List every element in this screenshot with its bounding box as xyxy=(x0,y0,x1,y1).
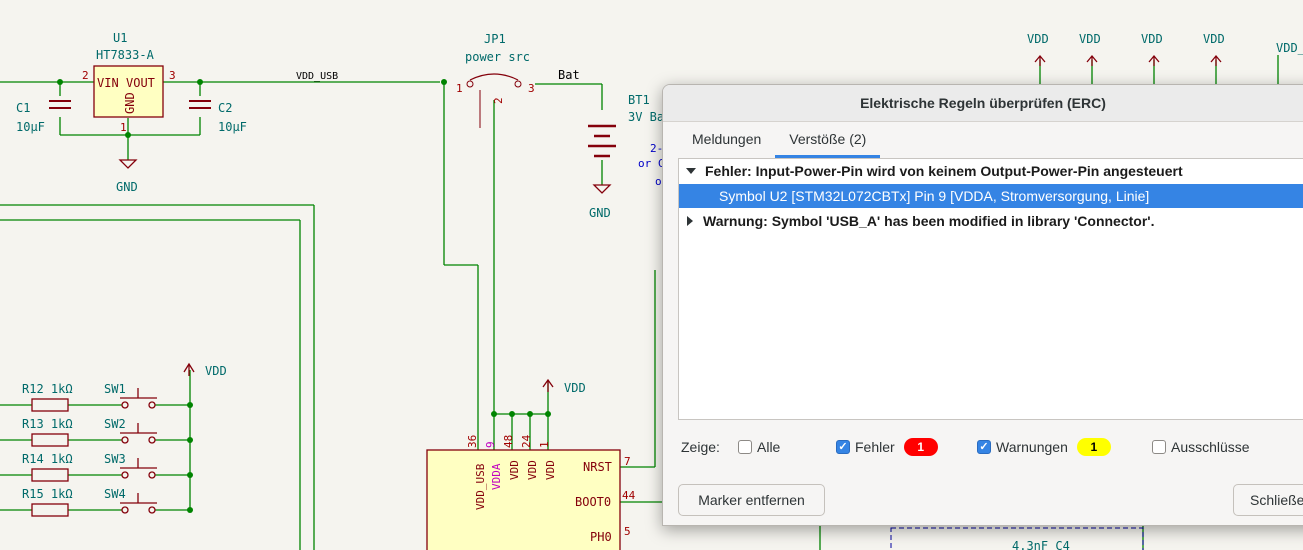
errors-count-badge: 1 xyxy=(903,438,938,456)
error-detail-text: Symbol U2 [STM32L072CBTx] Pin 9 [VDDA, S… xyxy=(719,188,1150,204)
expand-right-icon[interactable] xyxy=(687,216,693,226)
warning-item-text: Warnung: Symbol 'USB_A' has been modifie… xyxy=(703,213,1155,229)
tab-bar: Meldungen Verstöße (2) xyxy=(678,123,881,158)
all-checkbox[interactable] xyxy=(738,440,752,454)
jp1-pin1: 1 xyxy=(456,82,463,95)
error-item-text: Fehler: Input-Power-Pin wird von keinem … xyxy=(705,163,1183,179)
mcu-pin36-name: VDD_USB xyxy=(474,463,487,510)
sw3-label: SW3 xyxy=(104,452,126,466)
jp1-pin3: 3 xyxy=(528,82,535,95)
close-button[interactable]: Schließen xyxy=(1233,484,1303,516)
filter-errors[interactable]: Fehler 1 xyxy=(836,435,938,459)
list-item-warning[interactable]: Warnung: Symbol 'USB_A' has been modifie… xyxy=(679,209,1303,233)
r13-label: R13 1kΩ xyxy=(22,417,73,431)
net-bat: Bat xyxy=(558,68,580,82)
mcu-pin48-num: 48 xyxy=(502,435,515,448)
u1-gnd: GND xyxy=(123,92,137,114)
mcu-pin24-num: 24 xyxy=(520,434,533,448)
mcu-pin9-num: 9 xyxy=(484,441,497,448)
expand-down-icon[interactable] xyxy=(686,168,696,174)
vdd-label-2: VDD xyxy=(1079,32,1101,46)
c2-ref: C2 xyxy=(218,101,232,115)
r14-label: R14 1kΩ xyxy=(22,452,73,466)
mcu-boot0: BOOT0 xyxy=(575,495,611,509)
mcu-pin1-num: 1 xyxy=(538,441,551,448)
mcu-ph0: PH0 xyxy=(590,530,612,544)
remove-markers-button[interactable]: Marker entfernen xyxy=(678,484,825,516)
note-line-3: o xyxy=(655,175,662,188)
warnings-count-badge: 1 xyxy=(1076,438,1111,456)
tab-violations[interactable]: Verstöße (2) xyxy=(775,123,881,158)
u1-vout: VOUT xyxy=(126,76,155,90)
filter-bar: Zeige: Alle Fehler 1 Warnungen 1 Ausschl… xyxy=(678,435,1303,459)
jp1-jumper[interactable]: JP1 power src 1 2 3 xyxy=(456,32,535,128)
c1-value: 10µF xyxy=(16,120,45,134)
sw4-label: SW4 xyxy=(104,487,126,501)
c2-value: 10µF xyxy=(218,120,247,134)
tab-messages[interactable]: Meldungen xyxy=(678,123,775,158)
filter-all[interactable]: Alle xyxy=(738,435,780,459)
list-item-error[interactable]: Fehler: Input-Power-Pin wird von keinem … xyxy=(679,159,1303,183)
mcu-pin36-num: 36 xyxy=(466,435,479,448)
dialog-titlebar[interactable]: Elektrische Regeln überprüfen (ERC) xyxy=(663,85,1303,122)
sw2-label: SW2 xyxy=(104,417,126,431)
u2-mcu[interactable]: 36 9 48 24 1 VDD_USB VDDA VDD VDD VDD NR… xyxy=(426,434,636,550)
net-vdd-usb: VDD_USB xyxy=(296,71,338,82)
all-label: Alle xyxy=(757,439,781,455)
filter-exclusions[interactable]: Ausschlüsse xyxy=(1152,435,1250,459)
r15-label: R15 1kΩ xyxy=(22,487,73,501)
mcu-pin1-name: VDD xyxy=(544,460,557,480)
gnd-label-1: GND xyxy=(116,180,138,194)
jp1-ref: JP1 xyxy=(484,32,506,46)
c1-ref: C1 xyxy=(16,101,30,115)
vdd-label-5: VDD_ xyxy=(1276,41,1303,55)
bt1-battery[interactable] xyxy=(588,124,616,158)
violations-list[interactable]: Fehler: Input-Power-Pin wird von keinem … xyxy=(678,158,1303,420)
list-item-error-detail[interactable]: Symbol U2 [STM32L072CBTx] Pin 9 [VDDA, S… xyxy=(679,184,1303,208)
u1-pin1: 1 xyxy=(120,121,127,134)
errors-label: Fehler xyxy=(855,439,895,455)
u1-ref: U1 xyxy=(113,31,127,45)
vdd-mcu-label: VDD xyxy=(564,381,586,395)
vdd-label-1: VDD xyxy=(1027,32,1049,46)
vdd-label-4: VDD xyxy=(1203,32,1225,46)
jp1-value: power src xyxy=(465,50,530,64)
u1-regulator[interactable]: U1 HT7833-A VIN VOUT GND 2 3 1 xyxy=(82,31,176,134)
u1-pin3: 3 xyxy=(169,69,176,82)
u1-vin: VIN xyxy=(97,76,119,90)
jp1-pin2: 2 xyxy=(492,97,505,104)
mcu-pin9-name: VDDA xyxy=(490,463,503,490)
mcu-pin24-name: VDD xyxy=(526,460,539,480)
warnings-checkbox[interactable] xyxy=(977,440,991,454)
mcu-pin48-name: VDD xyxy=(508,460,521,480)
vdd-label-3: VDD xyxy=(1141,32,1163,46)
erc-dialog[interactable]: Elektrische Regeln überprüfen (ERC) Meld… xyxy=(662,84,1303,526)
vdd-sw-label: VDD xyxy=(205,364,227,378)
sw1-label: SW1 xyxy=(104,382,126,396)
mcu-ph0-num: 5 xyxy=(624,525,631,538)
u1-pin2: 2 xyxy=(82,69,89,82)
mcu-nrst-num: 7 xyxy=(624,455,631,468)
mcu-nrst: NRST xyxy=(583,460,612,474)
errors-checkbox[interactable] xyxy=(836,440,850,454)
c4-label: 4.3nF C4 xyxy=(1012,539,1070,550)
note-line-2: or C xyxy=(638,157,665,170)
gnd-label-2: GND xyxy=(589,206,611,220)
exclusions-checkbox[interactable] xyxy=(1152,440,1166,454)
filter-warnings[interactable]: Warnungen 1 xyxy=(977,435,1111,459)
exclusions-label: Ausschlüsse xyxy=(1171,439,1250,455)
r12-label: R12 1kΩ xyxy=(22,382,73,396)
mcu-boot0-num: 44 xyxy=(622,489,636,502)
filter-label: Zeige: xyxy=(681,439,720,455)
bt1-value: 3V Ba xyxy=(628,110,664,124)
u1-value: HT7833-A xyxy=(96,48,155,62)
bt1-ref: BT1 xyxy=(628,93,650,107)
warnings-label: Warnungen xyxy=(996,439,1068,455)
dialog-title: Elektrische Regeln überprüfen (ERC) xyxy=(860,95,1106,111)
